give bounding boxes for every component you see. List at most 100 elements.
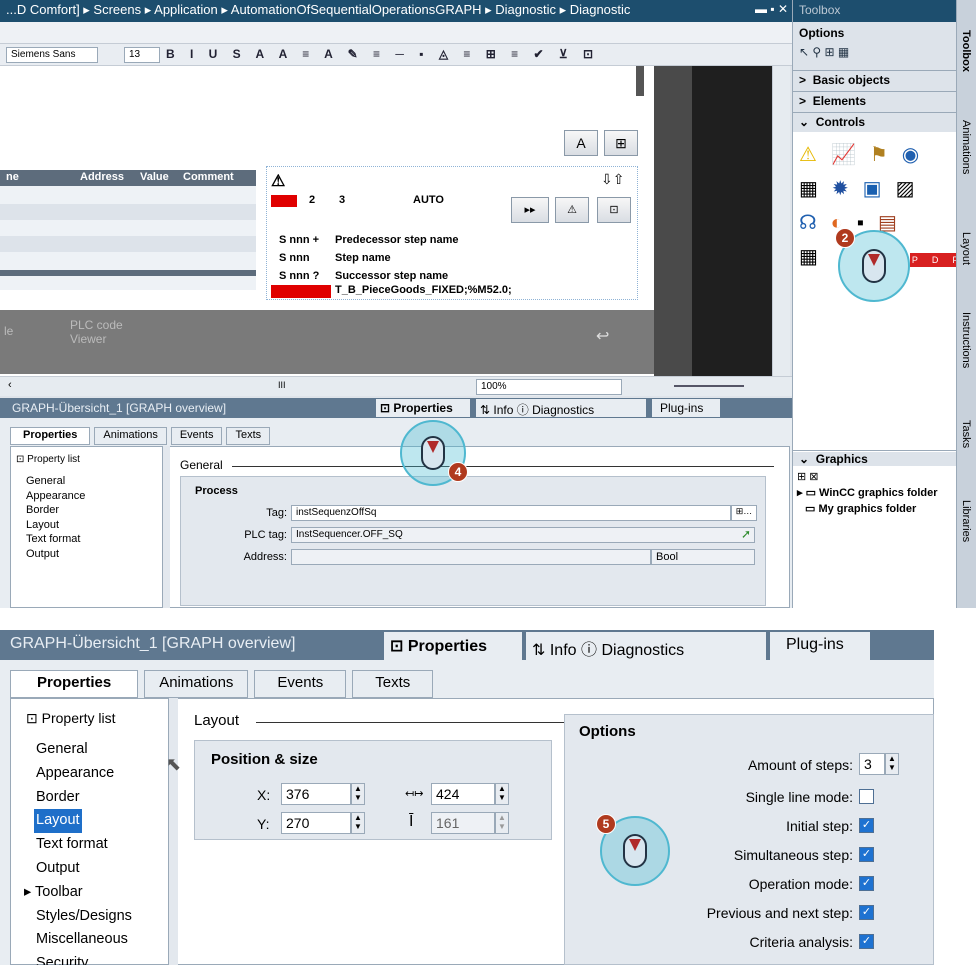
operation-mode-checkbox[interactable]: ✓	[859, 876, 874, 891]
window-controls[interactable]: ▬ ▪ ✕	[740, 0, 792, 22]
property-list-label: Property list	[27, 454, 80, 465]
toolbox-title: Toolbox	[793, 0, 957, 22]
sidetab-animations[interactable]: Animations	[960, 120, 972, 174]
controls[interactable]: ⌄ Controls	[793, 112, 957, 132]
goto-arrow-icon[interactable]: ➚	[741, 527, 751, 541]
nav-textformat-zoom[interactable]: Text format	[36, 833, 132, 857]
nav-splitter-zoom[interactable]	[168, 698, 178, 965]
nav-splitter[interactable]	[162, 446, 170, 608]
elements[interactable]: > Elements	[793, 91, 957, 111]
hscroll-thumb[interactable]: III	[278, 380, 286, 390]
zoom-slider[interactable]	[674, 385, 744, 387]
chart-control-icon[interactable]: ▨	[896, 178, 929, 200]
prev-next-step-checkbox[interactable]: ✓	[859, 905, 874, 920]
basic-objects[interactable]: > Basic objects	[793, 70, 957, 90]
code-button[interactable]: ⊡	[597, 197, 631, 223]
recipe-control-icon[interactable]: ▦	[799, 178, 832, 200]
window-control-icon[interactable]: ▣	[863, 178, 896, 200]
my-folder-label: My graphics folder	[818, 503, 917, 515]
y-spinner[interactable]: ▲ ▼	[351, 812, 365, 834]
my-graphics-folder[interactable]: ▭ My graphics folder	[805, 502, 916, 515]
amount-steps-spinner[interactable]: ▲ ▼	[885, 753, 899, 775]
tab-info-zoom[interactable]: ⇅ Info ⓘ Diagnostics	[526, 632, 766, 660]
diag-control-icon[interactable]: ☊	[799, 212, 831, 234]
subtab-texts-zoom[interactable]: Texts	[352, 670, 434, 698]
initial-step-checkbox[interactable]: ✓	[859, 818, 874, 833]
plc-viewer-band: le PLC code Viewer ↩	[0, 310, 654, 374]
canvas-vscroll[interactable]	[772, 66, 790, 376]
tab-plugins[interactable]: Plug-ins	[652, 399, 720, 417]
nav-border-zoom[interactable]: Border	[36, 786, 132, 810]
tab-properties-zoom[interactable]: ⊡ Properties	[384, 632, 522, 660]
graph-overview-control[interactable]: ⚠ ⇩⇧ 2 3 AUTO ▸▸ ⚠ ⊡ S nnn + S nnn S nnn…	[266, 166, 638, 300]
nav-list-zoom: General Appearance Border Layout Text fo…	[24, 738, 132, 965]
tag-browse-button[interactable]: ⊞…	[731, 505, 757, 521]
table-scrollbar[interactable]	[0, 270, 256, 276]
canvas-tool-btn-2[interactable]: ⊞	[604, 130, 638, 156]
simultaneous-step-checkbox[interactable]: ✓	[859, 847, 874, 862]
width-field[interactable]: 424	[431, 783, 495, 805]
nav-border[interactable]: Border	[26, 503, 85, 518]
amount-steps-field[interactable]: 3	[859, 753, 885, 775]
x-spinner[interactable]: ▲ ▼	[351, 783, 365, 805]
trend-control-icon[interactable]: 📈	[831, 144, 870, 166]
width-spinner[interactable]: ▲ ▼	[495, 783, 509, 805]
property-list-link[interactable]: ⊡ Property list	[16, 454, 80, 465]
satellite-control-icon[interactable]: ✹	[832, 178, 863, 200]
subtab-events[interactable]: Events	[170, 427, 223, 445]
nav-output[interactable]: Output	[26, 547, 85, 562]
status-control-icon[interactable]: ▦	[799, 246, 832, 268]
zoom-row: ‹ III 100%	[0, 376, 792, 396]
nav-layout-zoom[interactable]: Layout	[34, 809, 82, 834]
warn-button[interactable]: ⚠	[555, 197, 589, 223]
zoom-select[interactable]: 100%	[476, 379, 622, 395]
property-list-link-zoom[interactable]: ⊡ Property list	[26, 710, 116, 727]
subtab-animations-zoom[interactable]: Animations	[144, 670, 249, 698]
y-field[interactable]: 270	[281, 812, 351, 834]
nav-toolbar-zoom[interactable]: ▸ Toolbar	[24, 881, 132, 905]
nav-appearance-zoom[interactable]: Appearance	[36, 762, 132, 786]
tab-info[interactable]: ⇅ Info ⓘ Diagnostics	[476, 399, 646, 417]
subtab-animations[interactable]: Animations	[94, 427, 167, 445]
canvas-tool-btn-1[interactable]: A	[564, 130, 598, 156]
sidetab-instructions[interactable]: Instructions	[960, 312, 972, 368]
wincc-graphics-folder[interactable]: ▸ ▭ WinCC graphics folder	[797, 486, 938, 499]
nav-appearance[interactable]: Appearance	[26, 489, 85, 504]
font-select[interactable]: Siemens Sans	[6, 47, 98, 63]
inspector-title-zoom: GRAPH-Übersicht_1 [GRAPH overview]	[10, 635, 296, 652]
nav-styles-zoom[interactable]: Styles/Designs	[36, 905, 132, 929]
subtab-properties-zoom[interactable]: Properties	[10, 670, 139, 698]
tab-properties[interactable]: ⊡ Properties	[376, 399, 470, 417]
nav-general-zoom[interactable]: General	[36, 738, 132, 762]
tag-field[interactable]: instSequenzOffSq	[291, 505, 731, 521]
criteria-analysis-checkbox[interactable]: ✓	[859, 934, 874, 949]
subtab-properties[interactable]: Properties	[10, 427, 91, 445]
nav-general[interactable]: General	[26, 474, 85, 489]
nav-textformat[interactable]: Text format	[26, 532, 85, 547]
subtab-texts[interactable]: Texts	[226, 427, 271, 445]
nav-layout[interactable]: Layout	[26, 518, 85, 533]
elements-label: Elements	[812, 94, 867, 108]
alarm-control-icon[interactable]: ⚠	[799, 144, 831, 166]
options-icons[interactable]: ↖ ⚲ ⊞ ▦	[793, 42, 957, 64]
graphics-icons[interactable]: ⊞ ⊠	[797, 470, 819, 483]
tab-plugins-zoom[interactable]: Plug-ins	[770, 632, 870, 660]
amount-steps-label: Amount of steps:	[747, 757, 853, 773]
graphics[interactable]: ⌄ Graphics	[793, 450, 957, 466]
font-size-select[interactable]: 13	[124, 47, 160, 63]
sidetab-libraries[interactable]: Libraries	[960, 500, 972, 542]
user-control-icon[interactable]: ⚑	[870, 144, 902, 166]
sidetab-toolbox[interactable]: Toolbox	[960, 30, 972, 72]
nav-security-zoom[interactable]: Security	[36, 952, 132, 965]
nav-misc-zoom[interactable]: Miscellaneous	[36, 928, 132, 952]
step-fwd-button[interactable]: ▸▸	[511, 197, 549, 223]
sidetab-layout[interactable]: Layout	[960, 232, 972, 265]
format-buttons[interactable]: B I U S A A ≡ A ✎ ≡ ─ ▪ ◬ ≡ ⊞ ≡ ✔ ⊻ ⊡	[166, 47, 599, 61]
x-field[interactable]: 376	[281, 783, 351, 805]
single-line-checkbox[interactable]	[859, 789, 874, 804]
nav-output-zoom[interactable]: Output	[36, 857, 132, 881]
sidetab-tasks[interactable]: Tasks	[960, 420, 972, 448]
address-type: Bool	[651, 549, 755, 565]
subtab-events-zoom[interactable]: Events	[254, 670, 347, 698]
browser-control-icon[interactable]: ◉	[902, 144, 933, 166]
